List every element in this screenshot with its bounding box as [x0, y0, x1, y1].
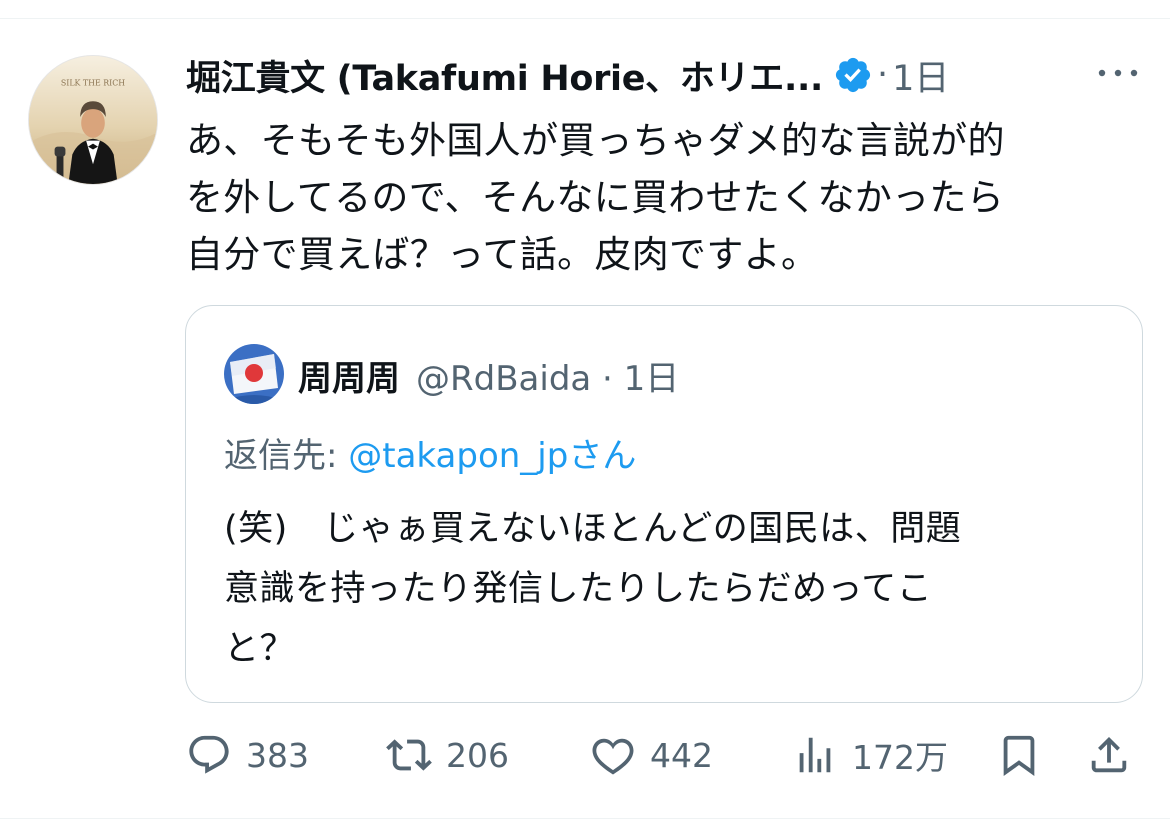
- quoted-tweet-header: 周周周 @RdBaida · 1日: [298, 350, 679, 400]
- reply-button[interactable]: 383: [186, 725, 309, 785]
- tweet-action-bar: 383 206 442 172万: [186, 725, 1146, 785]
- tweet-header: 堀江貴文 (Takafumi Horie、ホリエ... · 1日: [186, 50, 1146, 100]
- author-name[interactable]: 堀江貴文 (Takafumi Horie、ホリエ...: [186, 50, 823, 101]
- author-avatar-image: SILK THE RICH: [29, 56, 157, 184]
- quoted-tweet-card[interactable]: 周周周 @RdBaida · 1日 返信先: @takapon_jpさん (笑)…: [185, 305, 1143, 703]
- reply-bubble-icon: [189, 735, 229, 774]
- verified-badge-icon: [835, 57, 871, 93]
- tweet-text: あ、そもそも外国人が買っちゃダメ的な言説が的 を外してるので、そんなに買わせたく…: [186, 119, 1005, 276]
- bar-chart-icon: [799, 737, 831, 773]
- tweet-timestamp[interactable]: 1日: [892, 50, 949, 101]
- retweet-icon: [386, 739, 432, 771]
- share-button[interactable]: [1086, 725, 1132, 785]
- like-button[interactable]: 442: [590, 725, 713, 785]
- top-divider: [0, 18, 1170, 19]
- quoted-tweet-text: (笑) じゃぁ買えないほとんどの国民は、問題 意識を持ったり発信したりしたらだめ…: [224, 509, 962, 669]
- views-button[interactable]: 172万: [792, 725, 948, 785]
- like-count: 442: [650, 735, 713, 775]
- reply-to-mention[interactable]: @takapon_jpさん: [348, 436, 636, 476]
- bottom-divider: [0, 818, 1170, 819]
- quoted-author-name[interactable]: 周周周: [298, 351, 400, 400]
- quoted-author-avatar[interactable]: [224, 344, 284, 404]
- author-avatar[interactable]: SILK THE RICH: [28, 55, 158, 185]
- bookmark-icon: [1003, 735, 1035, 776]
- header-separator: ·: [876, 55, 889, 95]
- avatar-caption: SILK THE RICH: [61, 79, 125, 88]
- retweet-button[interactable]: 206: [386, 725, 509, 785]
- more-dots-icon[interactable]: [1096, 63, 1140, 83]
- quoted-handle-time: @RdBaida · 1日: [416, 358, 680, 399]
- heart-icon: [592, 738, 634, 775]
- views-count: 172万: [852, 738, 948, 777]
- reply-to-line: 返信先: @takapon_jpさん: [224, 428, 636, 477]
- reply-count: 383: [246, 735, 309, 775]
- bookmark-button[interactable]: [996, 725, 1042, 785]
- retweet-count: 206: [446, 735, 509, 775]
- share-icon: [1091, 736, 1127, 773]
- reply-to-prefix: 返信先:: [224, 436, 349, 476]
- quoted-avatar-image: [224, 344, 284, 404]
